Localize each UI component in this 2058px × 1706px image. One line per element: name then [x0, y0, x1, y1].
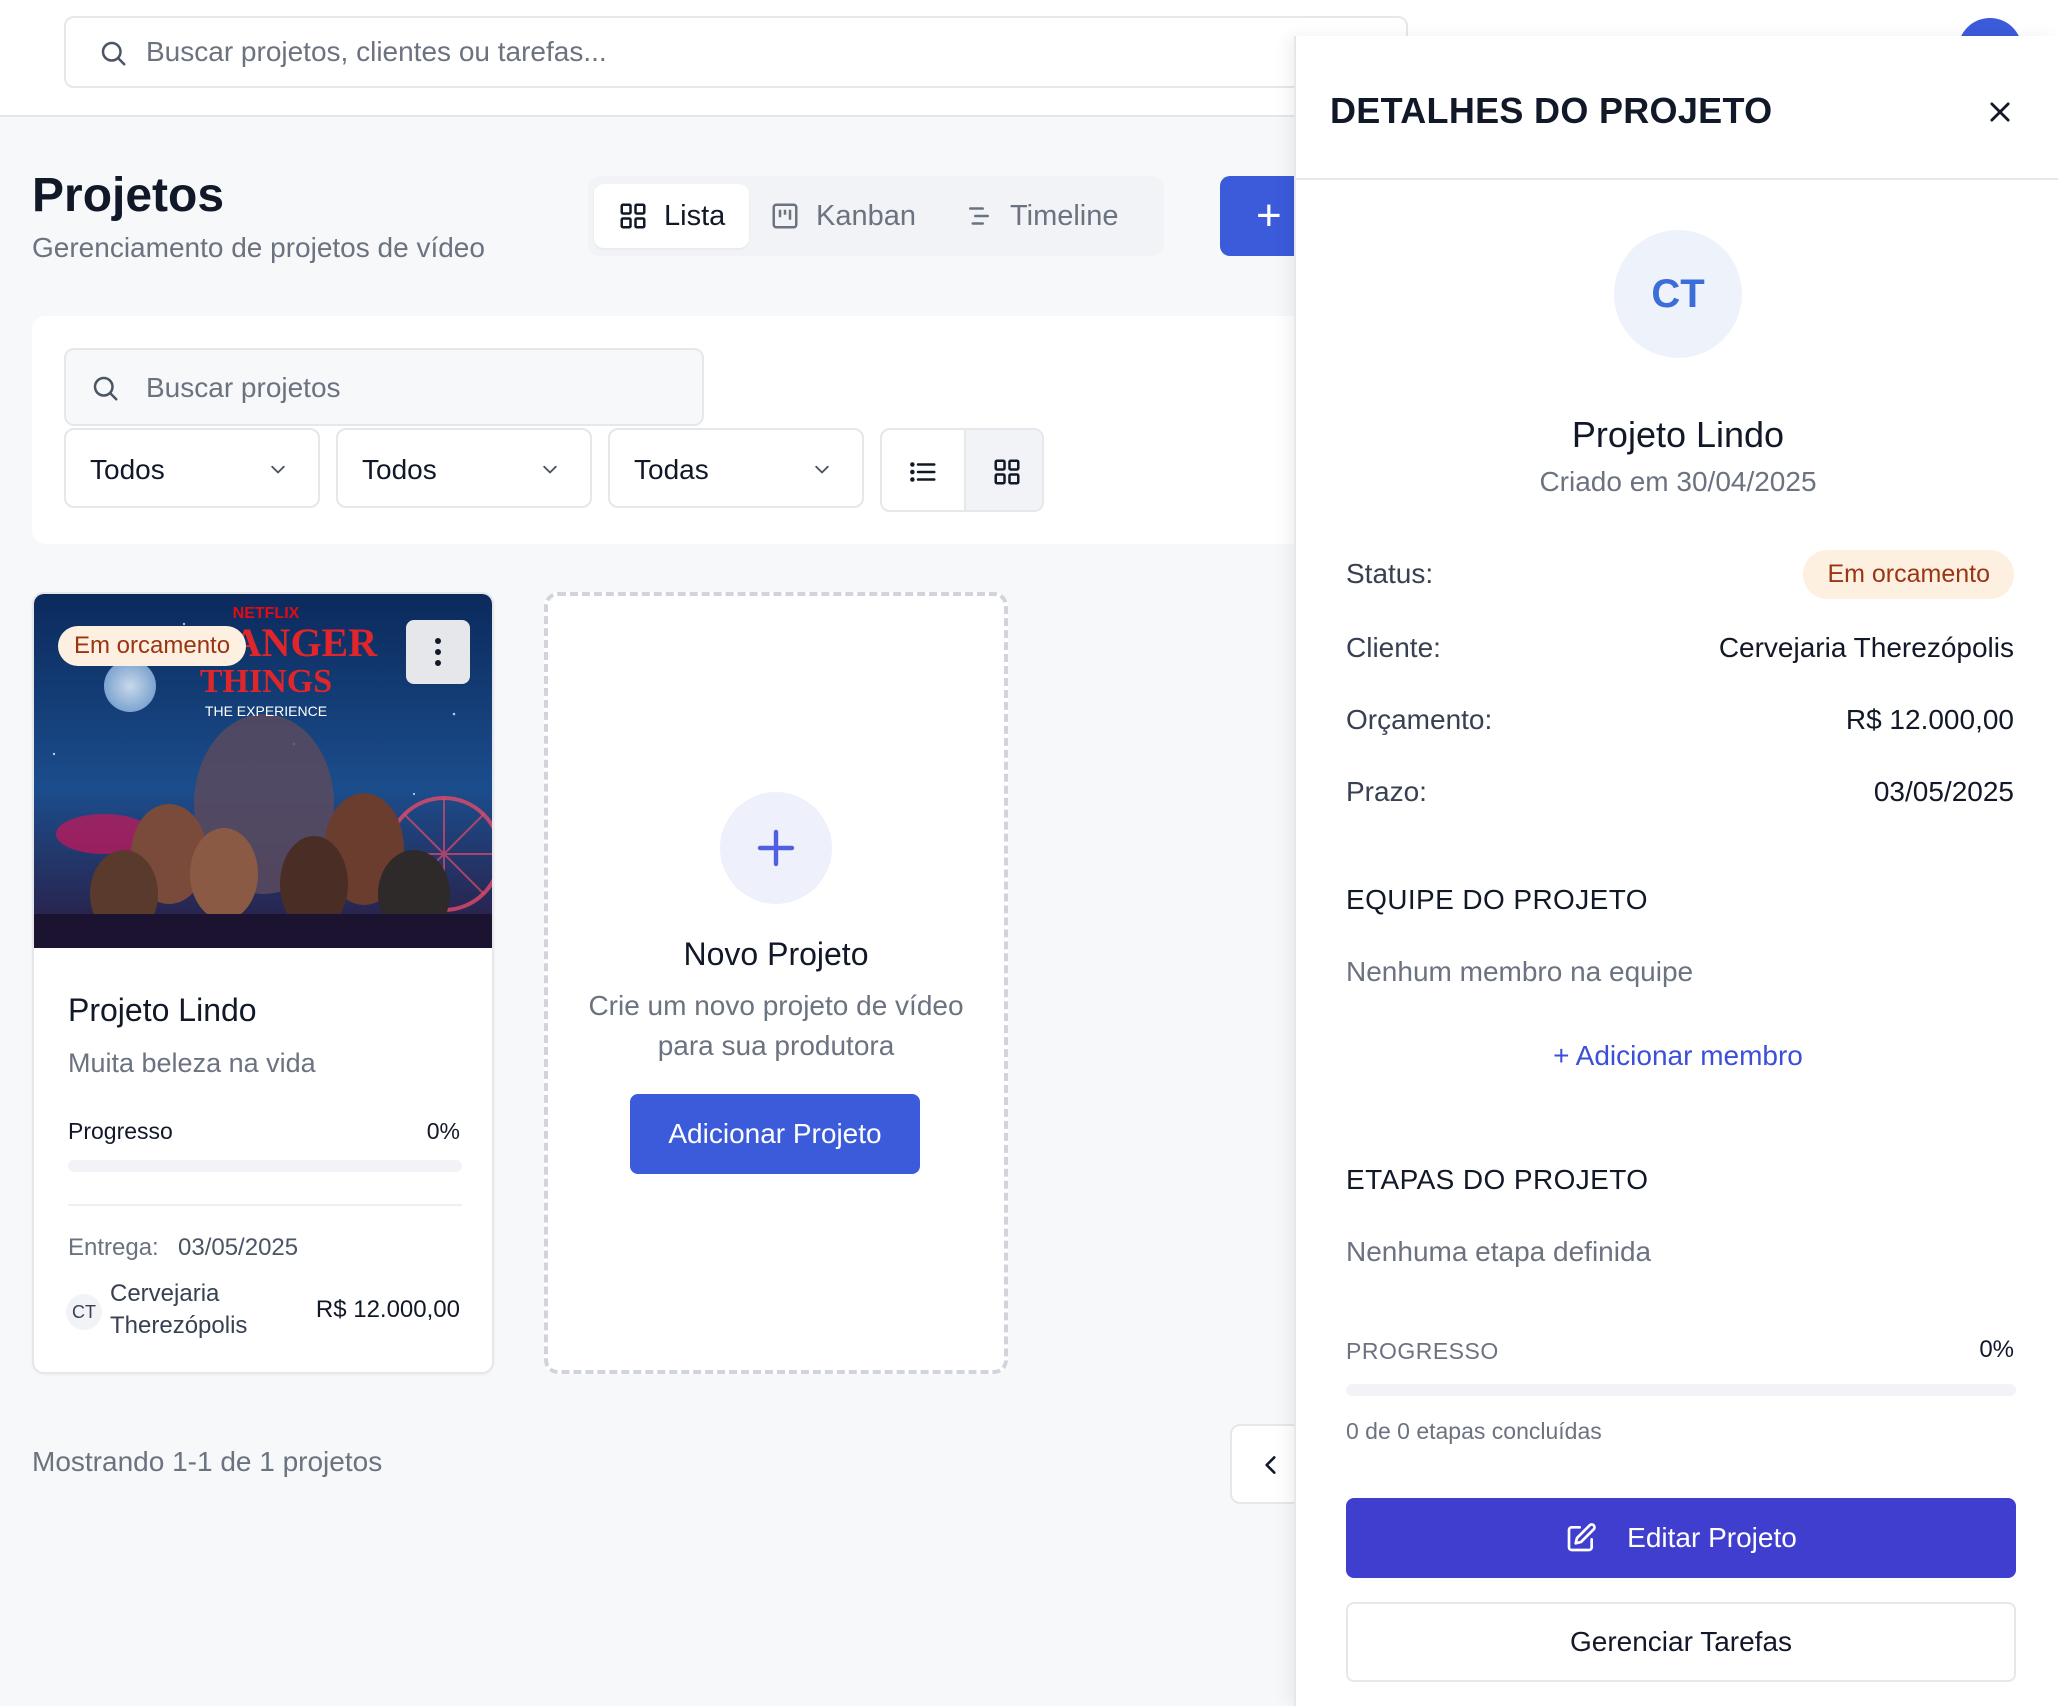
page-title: Projetos [32, 169, 225, 222]
edit-project-button[interactable]: Editar Projeto [1346, 1498, 2016, 1578]
progress-percent: 0% [426, 1118, 460, 1144]
chevron-down-icon [810, 460, 834, 480]
kanban-icon [770, 201, 800, 231]
view-switcher: Lista Kanban Timeline [588, 176, 1164, 256]
layout-toggle [880, 428, 1044, 512]
status-filter-select[interactable]: Todos [64, 428, 320, 508]
progress-percent: 0% [1979, 1336, 2014, 1363]
status-badge: Em orcamento [1803, 550, 2014, 599]
search-icon [98, 38, 128, 68]
close-panel-button[interactable] [1976, 88, 2024, 136]
status-badge: Em orcamento [58, 626, 247, 666]
list-layout-button[interactable] [882, 430, 964, 510]
manage-tasks-button[interactable]: Gerenciar Tarefas [1346, 1602, 2016, 1682]
panel-header: DETALHES DO PROJETO [1296, 36, 2058, 180]
status-filter-value: Todos [90, 454, 165, 485]
progress-label: Progresso [68, 1118, 173, 1144]
client-label: Cliente: [1346, 632, 1441, 663]
panel-title: DETALHES DO PROJETO [1330, 90, 1773, 131]
tab-lista[interactable]: Lista [594, 184, 750, 248]
budget-value: R$ 12.000,00 [1845, 704, 2014, 735]
tab-lista-label: Lista [664, 199, 726, 232]
progress-bar [68, 1160, 462, 1172]
new-project-description: Crie um novo projeto de vídeo para sua p… [588, 990, 964, 1061]
deadline-value: 03/05/2025 [1873, 776, 2014, 807]
project-card[interactable]: NETFLIX STRANGER THINGS THE EXPERIENCE E… [32, 592, 494, 1374]
new-project-card[interactable]: Novo Projeto Crie um novo projeto de víd… [544, 592, 1008, 1374]
delivery-label: Entrega: [68, 1234, 159, 1261]
card-menu-button[interactable] [406, 620, 470, 684]
client-value: Cervejaria Therezópolis [1718, 632, 2014, 663]
project-search-input[interactable] [146, 368, 666, 408]
project-details-panel: DETALHES DO PROJETO CT Projeto Lindo Cri… [1294, 36, 2058, 1706]
created-date: Criado em 30/04/2025 [1539, 466, 1817, 497]
global-search-input[interactable] [146, 32, 1246, 72]
project-budget: R$ 12.000,00 [315, 1296, 460, 1323]
deadline-label: Prazo: [1346, 776, 1427, 807]
grid-icon [618, 201, 648, 231]
progress-title: PROGRESSO [1346, 1338, 1499, 1364]
plus-icon: + [1256, 191, 1282, 240]
client-filter-select[interactable]: Todos [336, 428, 592, 508]
client-avatar: CT [66, 1294, 102, 1330]
budget-label: Orçamento: [1346, 704, 1493, 735]
chevron-down-icon [538, 460, 562, 480]
team-section-title: EQUIPE DO PROJETO [1346, 884, 1648, 915]
divider [68, 1204, 462, 1206]
project-avatar: CT [1614, 230, 1742, 358]
delivery-date: 03/05/2025 [178, 1234, 299, 1261]
category-filter-select[interactable]: Todas [608, 428, 864, 508]
tab-kanban[interactable]: Kanban [746, 184, 940, 248]
category-filter-value: Todas [634, 454, 709, 485]
add-member-link[interactable]: + Adicionar membro [1296, 1040, 2058, 1072]
search-icon [90, 373, 120, 403]
client-filter-value: Todos [362, 454, 437, 485]
project-name: Projeto Lindo [1571, 414, 1785, 455]
edit-project-label: Editar Projeto [1627, 1522, 1797, 1553]
project-title: Projeto Lindo [68, 992, 257, 1028]
steps-section-title: ETAPAS DO PROJETO [1346, 1164, 1649, 1195]
chevron-down-icon [266, 460, 290, 480]
project-description: Muita beleza na vida [68, 1048, 316, 1078]
client-name: Cervejaria Therezópolis [110, 1280, 248, 1339]
cover-tagline: THE EXPERIENCE [205, 703, 327, 719]
page-subtitle: Gerenciamento de projetos de vídeo [32, 232, 485, 263]
tab-kanban-label: Kanban [816, 199, 916, 232]
tab-timeline-label: Timeline [1010, 199, 1119, 232]
grid-layout-button[interactable] [964, 430, 1042, 510]
tab-timeline[interactable]: Timeline [940, 184, 1143, 248]
add-circle[interactable] [720, 792, 832, 904]
global-search-box[interactable] [64, 16, 1408, 88]
pagination-summary: Mostrando 1-1 de 1 projetos [32, 1446, 383, 1477]
steps-empty-text: Nenhuma etapa definida [1346, 1236, 1652, 1267]
cover-title-line2: THINGS [200, 663, 332, 700]
steps-completed-text: 0 de 0 etapas concluídas [1346, 1418, 1602, 1444]
timeline-icon [964, 201, 994, 231]
team-empty-text: Nenhum membro na equipe [1346, 956, 1694, 987]
edit-icon [1565, 1522, 1597, 1554]
status-label: Status: [1346, 558, 1434, 589]
project-search-box[interactable] [64, 348, 704, 426]
progress-bar [1346, 1384, 2016, 1396]
add-project-card-button[interactable]: Adicionar Projeto [630, 1094, 920, 1174]
new-project-title: Novo Projeto [683, 936, 869, 972]
